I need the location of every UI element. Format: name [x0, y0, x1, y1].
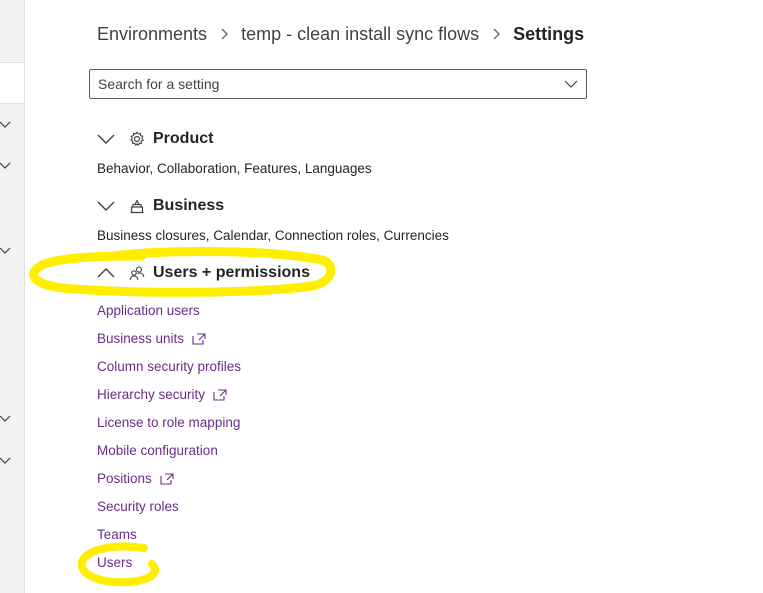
users-permissions-links: Application users Business units Column … — [97, 297, 241, 577]
chevron-down-icon[interactable] — [0, 244, 14, 258]
left-nav-selected-item[interactable] — [0, 62, 24, 104]
breadcrumb-environment-name[interactable]: temp - clean install sync flows — [241, 24, 479, 45]
breadcrumb: Environments temp - clean install sync f… — [97, 22, 584, 46]
link-label[interactable]: Application users — [97, 300, 200, 322]
link-security-roles[interactable]: Security roles — [97, 493, 241, 521]
chevron-down-icon[interactable] — [556, 70, 586, 98]
search-input[interactable] — [90, 71, 556, 97]
section-header-users-permissions[interactable]: Users + permissions — [97, 262, 310, 284]
link-application-users[interactable]: Application users — [97, 297, 241, 325]
chevron-down-icon[interactable] — [0, 412, 14, 426]
left-nav-rail — [0, 0, 25, 593]
link-hierarchy-security[interactable]: Hierarchy security — [97, 381, 241, 409]
link-label[interactable]: Security roles — [97, 496, 179, 518]
chevron-down-icon[interactable] — [0, 159, 14, 173]
section-title-users-permissions: Users + permissions — [153, 264, 310, 281]
section-summary-business: Business closures, Calendar, Connection … — [97, 228, 449, 243]
link-positions[interactable]: Positions — [97, 465, 241, 493]
link-label[interactable]: Teams — [97, 524, 137, 546]
link-label[interactable]: Users — [97, 552, 132, 574]
link-teams[interactable]: Teams — [97, 521, 241, 549]
chevron-down-icon[interactable] — [97, 130, 115, 148]
section-header-product[interactable]: Product — [97, 128, 213, 150]
search-setting-combobox[interactable] — [89, 69, 587, 99]
link-users[interactable]: Users — [97, 549, 241, 577]
link-mobile-configuration[interactable]: Mobile configuration — [97, 437, 241, 465]
link-label[interactable]: License to role mapping — [97, 412, 240, 434]
external-link-icon — [160, 473, 174, 485]
chevron-down-icon[interactable] — [97, 197, 115, 215]
link-label[interactable]: Mobile configuration — [97, 440, 218, 462]
link-license-to-role-mapping[interactable]: License to role mapping — [97, 409, 241, 437]
section-header-business[interactable]: Business — [97, 195, 224, 217]
breadcrumb-environments[interactable]: Environments — [97, 24, 207, 45]
link-label[interactable]: Hierarchy security — [97, 384, 205, 406]
chevron-right-icon — [221, 28, 228, 40]
external-link-icon — [213, 389, 227, 401]
section-title-business: Business — [153, 197, 225, 214]
chevron-down-icon[interactable] — [0, 454, 14, 468]
section-summary-product: Behavior, Collaboration, Features, Langu… — [97, 161, 372, 176]
gear-icon — [129, 131, 145, 147]
business-icon — [129, 198, 145, 214]
external-link-icon — [192, 333, 206, 345]
link-business-units[interactable]: Business units — [97, 325, 241, 353]
link-label[interactable]: Business units — [97, 328, 184, 350]
chevron-down-icon[interactable] — [0, 118, 14, 132]
link-label[interactable]: Positions — [97, 468, 152, 490]
chevron-right-icon — [493, 28, 501, 40]
breadcrumb-current: Settings — [513, 23, 585, 44]
section-title-product: Product — [153, 130, 214, 147]
people-icon — [129, 265, 145, 281]
link-label[interactable]: Column security profiles — [97, 356, 241, 378]
link-column-security-profiles[interactable]: Column security profiles — [97, 353, 241, 381]
chevron-up-icon[interactable] — [97, 264, 115, 282]
